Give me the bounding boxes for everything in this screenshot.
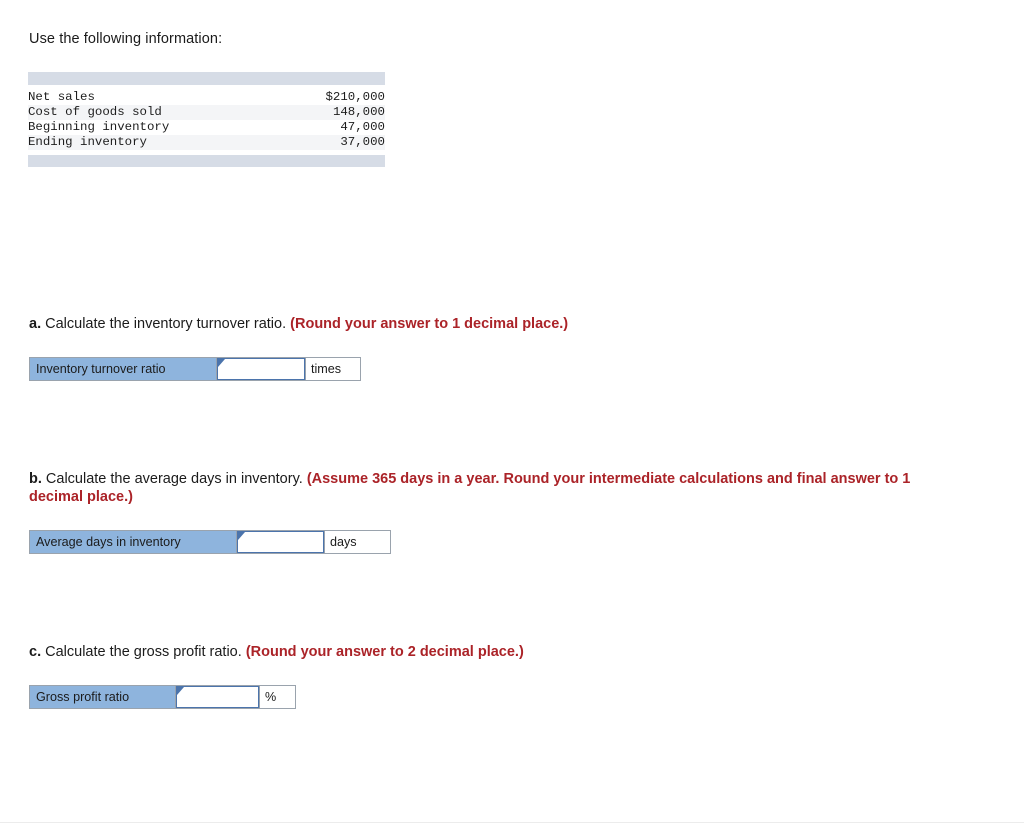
answer-label-average-days-in-inventory: Average days in inventory — [30, 530, 236, 553]
question-b-prompt: Calculate the average days in inventory. — [45, 470, 303, 487]
row-value-cost-of-goods-sold: 148,000 — [206, 104, 385, 120]
table-row: Cost of goods sold 148,000 — [28, 104, 385, 120]
exercise-page: Use the following information: Net sales… — [0, 0, 1024, 823]
answer-row-gross-profit-ratio: Gross profit ratio % — [29, 684, 296, 709]
information-table: Net sales $210,000 Cost of goods sold 14… — [28, 71, 385, 167]
answer-row-inventory-turnover-ratio: Inventory turnover ratio times — [29, 356, 361, 381]
table-bottom-band-row — [28, 154, 385, 167]
row-label-beginning-inventory: Beginning inventory — [28, 119, 170, 134]
exercise-content: Use the following information: Net sales… — [28, 30, 989, 709]
question-a-letter: a. — [29, 315, 42, 332]
answer-unit-days: days — [325, 530, 390, 553]
row-label-cost-of-goods-sold: Cost of goods sold — [28, 104, 207, 120]
row-label-ending-inventory: Ending inventory — [28, 134, 207, 150]
answer-input-cell-b — [236, 530, 325, 553]
average-days-in-inventory-input[interactable] — [237, 530, 324, 553]
answer-input-cell-a — [216, 357, 306, 380]
question-b: b. Calculate the average days in invento… — [29, 470, 959, 508]
answer-row-average-days-in-inventory: Average days in inventory days — [29, 529, 391, 554]
question-a-note: (Round your answer to 1 decimal place.) — [290, 315, 569, 332]
table-top-band-row — [28, 71, 385, 85]
question-b-letter: b. — [29, 470, 42, 487]
table-top-band — [28, 71, 385, 85]
gross-profit-ratio-input[interactable] — [176, 685, 259, 708]
row-value-ending-inventory: 37,000 — [206, 134, 385, 150]
question-c-prompt: Calculate the gross profit ratio. — [45, 643, 242, 660]
answer-label-gross-profit-ratio: Gross profit ratio — [30, 685, 175, 708]
row-value-net-sales: $210,000 — [325, 89, 386, 104]
table-row: Beginning inventory 47,000 — [28, 120, 385, 135]
intro-text: Use the following information: — [29, 31, 223, 47]
answer-input-cell-c — [175, 685, 260, 708]
table-bottom-band — [28, 154, 385, 167]
row-label-net-sales: Net sales — [28, 89, 95, 104]
table-row: Net sales $210,000 — [28, 90, 385, 105]
question-c-letter: c. — [29, 643, 42, 660]
table-row: Ending inventory 37,000 — [28, 134, 385, 150]
question-a: a. Calculate the inventory turnover rati… — [29, 315, 568, 334]
question-c-note: (Round your answer to 2 decimal place.) — [245, 643, 524, 660]
row-value-beginning-inventory: 47,000 — [340, 119, 385, 134]
answer-unit-times: times — [306, 357, 360, 380]
question-c: c. Calculate the gross profit ratio. (Ro… — [29, 643, 524, 662]
answer-unit-percent: % — [260, 685, 295, 708]
answer-label-inventory-turnover-ratio: Inventory turnover ratio — [30, 357, 216, 380]
question-a-prompt: Calculate the inventory turnover ratio. — [45, 315, 287, 332]
inventory-turnover-ratio-input[interactable] — [217, 357, 305, 380]
